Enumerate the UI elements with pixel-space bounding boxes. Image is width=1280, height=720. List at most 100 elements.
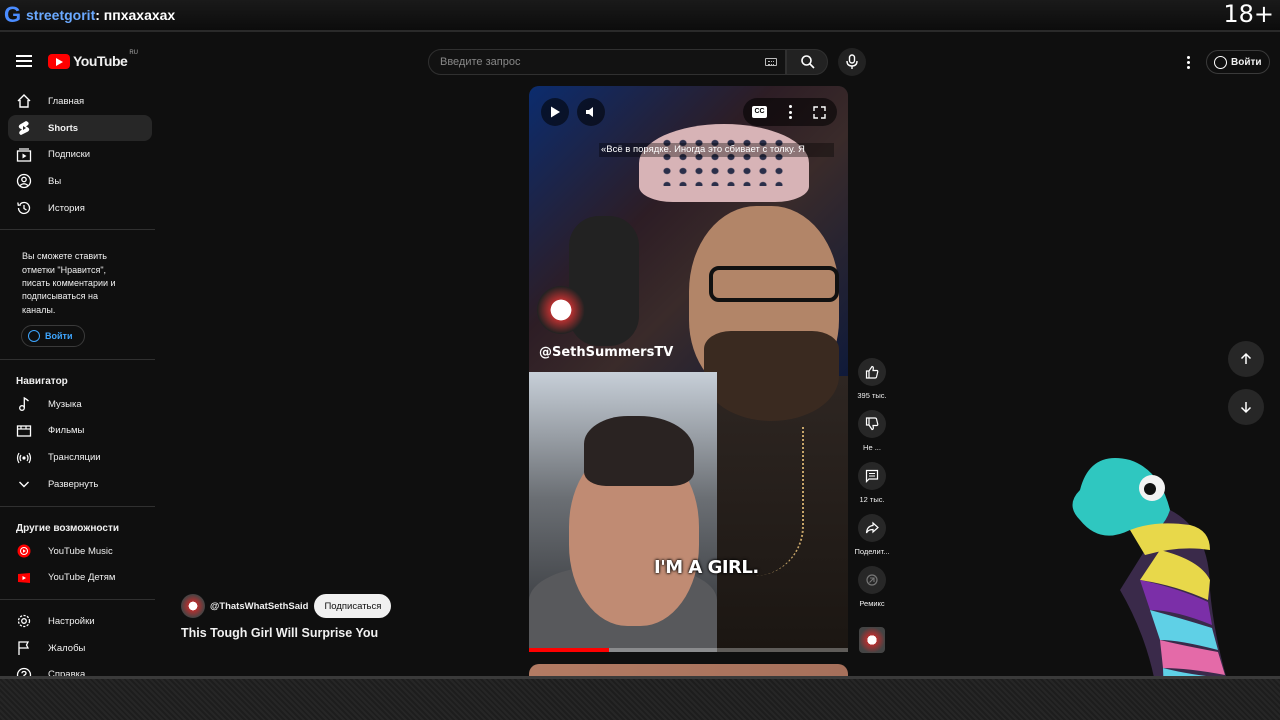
sidebar-item-settings[interactable]: Настройки: [8, 608, 152, 635]
search-button[interactable]: [786, 49, 828, 75]
stream-message: ппхахахах: [103, 7, 176, 23]
sidebar-item-label: История: [48, 202, 85, 214]
dislike-label: Не ...: [863, 443, 881, 452]
comments-count: 12 тыс.: [859, 495, 885, 504]
previous-short-button[interactable]: [1228, 341, 1264, 377]
fullscreen-icon[interactable]: [813, 106, 826, 119]
sidebar-divider: [0, 358, 155, 360]
stream-title: streetgorit: ппхахахах: [26, 7, 175, 23]
sidebar-item-youtube-music[interactable]: YouTube Music: [8, 538, 152, 565]
remix-action[interactable]: Ремикс: [852, 566, 892, 608]
signin-label: Войти: [1231, 56, 1262, 68]
sidebar-item-expand[interactable]: Развернуть: [8, 471, 152, 498]
menu-icon[interactable]: [14, 52, 34, 72]
video-progress-bar[interactable]: [529, 648, 848, 652]
region-code: RU: [129, 50, 138, 56]
dislike-button[interactable]: [858, 410, 886, 438]
avatar[interactable]: [181, 594, 205, 618]
next-short-button[interactable]: [1228, 389, 1264, 425]
sidebar-item-label: YouTube Детям: [48, 572, 116, 584]
volume-button[interactable]: [577, 98, 605, 126]
short-title[interactable]: This Tough Girl Will Surprise You: [181, 626, 391, 640]
thumbs-up-icon: [865, 365, 879, 379]
channel-handle[interactable]: @ThatsWhatSethSaid: [210, 601, 308, 612]
sidebar-item-label: YouTube Music: [48, 545, 113, 557]
short-metadata: @ThatsWhatSethSaid Подписаться This Toug…: [181, 594, 392, 640]
age-rating-badge: 18+: [1223, 0, 1274, 28]
share-action[interactable]: Поделит...: [852, 514, 892, 556]
captions-icon[interactable]: CC: [752, 106, 767, 118]
stream-logo-icon: G: [4, 2, 22, 27]
settings-menu-icon[interactable]: [1180, 52, 1196, 72]
arrow-up-icon: [1240, 352, 1252, 364]
signin-button[interactable]: Войти: [1206, 50, 1270, 74]
youtube-logo[interactable]: YouTube RU: [48, 50, 138, 69]
video-host-cap: [639, 124, 809, 202]
keyboard-icon[interactable]: [765, 58, 777, 66]
sidebar-item-label: Развернуть: [48, 478, 99, 490]
masthead: YouTube RU Войти: [0, 40, 1280, 84]
signin-prompt-text: Вы сможете ставить отметки "Нравится", п…: [22, 251, 116, 315]
subscribe-button[interactable]: Подписаться: [314, 594, 392, 618]
sidebar-item-live[interactable]: Трансляции: [8, 444, 152, 471]
video-channel-watermark: @SethSummersTV: [539, 345, 674, 360]
search-box: [428, 49, 786, 75]
stream-bottom-bar: [0, 676, 1280, 720]
sidebar-item-films[interactable]: Фильмы: [8, 418, 152, 445]
sidebar: Главная Shorts Подписки Вы История Вы см…: [0, 88, 160, 688]
channel-thumbnail[interactable]: [859, 627, 885, 653]
dislike-action[interactable]: Не ...: [852, 410, 892, 452]
shorts-icon: [16, 120, 32, 136]
play-button[interactable]: [541, 98, 569, 126]
search-input[interactable]: [440, 56, 750, 68]
sidebar-item-shorts[interactable]: Shorts: [8, 114, 152, 142]
share-label: Поделит...: [854, 547, 890, 556]
stream-separator: :: [95, 7, 104, 23]
sidebar-item-home[interactable]: Главная: [8, 88, 152, 115]
video-host-beard: [704, 331, 839, 421]
stream-channel: streetgorit: [26, 7, 96, 23]
player-controls-pill: CC: [743, 98, 837, 126]
microphone-icon: [846, 54, 858, 69]
settings-icon: [16, 613, 32, 629]
thumbs-down-icon: [865, 417, 879, 431]
short-video-player[interactable]: @SethSummersTV I'M A GIRL. «Всё в порядк…: [529, 86, 848, 652]
sidebar-item-label: Shorts: [48, 122, 79, 134]
sidebar-item-subscriptions[interactable]: Подписки: [8, 141, 152, 168]
remix-icon: [866, 574, 878, 586]
sidebar-item-youtube-kids[interactable]: YouTube Детям: [8, 564, 152, 591]
comment-icon: [865, 469, 879, 483]
arrow-down-icon: [1240, 402, 1252, 414]
sidebar-signin-label: Войти: [45, 330, 73, 341]
more-options-icon[interactable]: [787, 105, 793, 119]
remix-label: Ремикс: [859, 599, 885, 608]
flag-icon: [16, 640, 32, 656]
youtube-kids-icon: [16, 570, 32, 586]
sidebar-item-label: Музыка: [48, 398, 82, 410]
comments-action[interactable]: 12 тыс.: [852, 462, 892, 504]
sidebar-signin-button[interactable]: Войти: [21, 324, 85, 347]
next-short-preview[interactable]: [529, 664, 848, 676]
sidebar-item-label: Жалобы: [48, 642, 86, 654]
sidebar-item-you[interactable]: Вы: [8, 168, 152, 195]
channel-badge-logo: [537, 286, 585, 334]
chevron-down-icon: [16, 476, 32, 492]
remix-button[interactable]: [858, 566, 886, 594]
sidebar-item-history[interactable]: История: [8, 195, 152, 222]
share-icon: [865, 521, 879, 534]
share-button[interactable]: [858, 514, 886, 542]
more-title: Другие возможности: [16, 522, 119, 534]
history-icon: [16, 200, 32, 216]
sidebar-item-label: Главная: [48, 95, 85, 107]
sidebar-item-report[interactable]: Жалобы: [8, 635, 152, 662]
you-icon: [16, 173, 32, 189]
voice-search-button[interactable]: [838, 48, 866, 76]
comments-button[interactable]: [858, 462, 886, 490]
sidebar-item-label: Настройки: [48, 615, 95, 627]
sidebar-item-music[interactable]: Музыка: [8, 391, 152, 418]
like-action[interactable]: 395 тыс.: [852, 358, 892, 400]
live-icon: [16, 450, 32, 466]
like-button[interactable]: [858, 358, 886, 386]
video-subtitle: «Всё в порядке. Иногда это сбивает с тол…: [599, 143, 834, 157]
sidebar-divider: [0, 505, 155, 507]
